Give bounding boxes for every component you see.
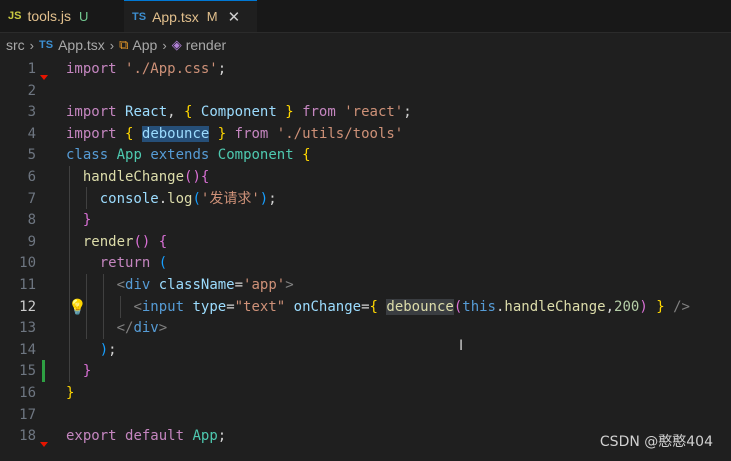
line-number: 12: [19, 298, 36, 315]
breadcrumb-file[interactable]: App.tsx: [58, 37, 105, 53]
tab-status-badge: M: [206, 9, 218, 24]
tab-tools-js[interactable]: JS tools.js U: [0, 0, 124, 32]
tab-bar: JS tools.js U TS App.tsx M ✕: [0, 0, 731, 33]
code-line: 16 }: [0, 383, 731, 405]
breadcrumb-class[interactable]: App: [132, 37, 157, 53]
js-file-icon: JS: [8, 10, 22, 22]
code-line: 14 );: [0, 340, 731, 362]
close-icon[interactable]: ✕: [228, 8, 241, 26]
line-number: 14: [19, 341, 36, 358]
code-line: 5 class App extends Component {: [0, 145, 731, 167]
line-number: 15: [19, 363, 36, 380]
line-number: 11: [19, 277, 36, 293]
line-number: 7: [27, 190, 36, 207]
code-line: 11 <div className='app'>: [0, 275, 731, 297]
code-editor[interactable]: 1 import './App.css'; 2 3 import React, …: [0, 58, 731, 461]
line-number: 8: [27, 212, 36, 229]
tab-label: App.tsx: [152, 8, 199, 25]
code-line: 4 import { debounce } from './utils/tool…: [0, 124, 731, 146]
text-cursor-icon: I: [459, 338, 464, 354]
code-line: 3 import React, { Component } from 'reac…: [0, 102, 731, 124]
chevron-right-icon: ›: [29, 37, 35, 53]
class-icon: ⧉: [119, 37, 129, 52]
tab-app-tsx[interactable]: TS App.tsx M ✕: [124, 0, 257, 32]
line-number: 18: [19, 428, 36, 445]
breadcrumb-method[interactable]: render: [186, 37, 226, 53]
line-number: 13: [19, 320, 36, 337]
chevron-right-icon: ›: [109, 37, 115, 53]
code-line: 13 </div>: [0, 318, 731, 340]
method-icon: ◈: [171, 37, 182, 52]
ts-file-icon: TS: [39, 39, 54, 51]
code-line: 10 return (: [0, 253, 731, 275]
tab-label: tools.js: [27, 8, 72, 24]
code-line: 12 💡 <input type="text" onChange={ debou…: [0, 297, 731, 319]
line-number: 9: [27, 233, 36, 250]
line-number: 16: [19, 385, 36, 401]
code-line: 17: [0, 405, 731, 427]
line-number: 6: [27, 169, 36, 185]
code-line: 1 import './App.css';: [0, 59, 731, 81]
code-line: 8 }: [0, 210, 731, 232]
code-line: 9 render() {: [0, 232, 731, 254]
chevron-right-icon: ›: [162, 37, 167, 53]
line-number: 17: [19, 406, 36, 423]
code-line: 6 handleChange(){: [0, 167, 731, 189]
breadcrumb-folder[interactable]: src: [6, 37, 25, 53]
code-line: 2: [0, 81, 731, 103]
line-number: 3: [27, 104, 36, 121]
code-line: 15 }: [0, 361, 731, 383]
ts-file-icon: TS: [132, 10, 147, 23]
line-number: 10: [19, 255, 36, 272]
line-number: 4: [27, 125, 36, 142]
line-number: 2: [27, 82, 36, 99]
watermark: CSDN @憨憨404: [599, 434, 713, 450]
tab-status-badge: U: [79, 8, 89, 24]
breadcrumb: src › TS App.tsx › ⧉ App › ◈ render: [0, 33, 731, 57]
code-line: 7 console.log('发请求');: [0, 189, 731, 211]
line-number: 1: [27, 61, 36, 77]
line-number: 5: [27, 147, 36, 164]
